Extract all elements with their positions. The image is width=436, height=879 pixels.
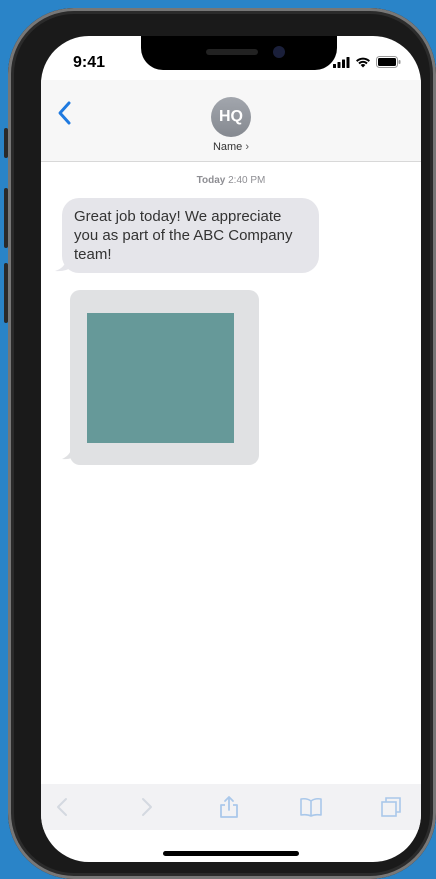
timestamp-day: Today	[196, 175, 226, 186]
front-camera	[273, 46, 285, 58]
wifi-icon	[356, 57, 370, 67]
image-placeholder[interactable]	[87, 313, 234, 443]
tabs-icon[interactable]	[379, 795, 403, 819]
speaker-grille	[206, 49, 258, 55]
timestamp-time: 2:40 PM	[228, 175, 266, 186]
volume-down-button	[4, 263, 8, 323]
bottom-toolbar	[41, 784, 421, 830]
back-chevron-icon[interactable]	[55, 100, 75, 126]
forward-arrow-icon[interactable]	[134, 795, 158, 819]
contact-name[interactable]: Name ›	[41, 141, 421, 153]
chevron-right-icon: ›	[245, 141, 250, 153]
back-arrow-icon[interactable]	[51, 795, 75, 819]
message-timestamp: Today 2:40 PM	[41, 175, 421, 186]
avatar-initials: HQ	[219, 108, 243, 125]
incoming-image-bubble[interactable]	[70, 290, 259, 465]
incoming-message-bubble[interactable]: Great job today! We appreciate you as pa…	[62, 198, 319, 273]
share-icon[interactable]	[217, 795, 241, 819]
status-bar: 9:41	[41, 36, 421, 80]
avatar[interactable]: HQ	[211, 97, 251, 137]
volume-up-button	[4, 188, 8, 248]
status-icons	[333, 56, 401, 68]
phone-screen: 9:41 HQ Name › Today 2:40 PM Great job t…	[41, 36, 421, 862]
home-indicator[interactable]	[163, 851, 299, 856]
status-time: 9:41	[73, 54, 106, 71]
conversation-header: HQ Name ›	[41, 80, 421, 162]
notch	[141, 36, 337, 70]
signal-icon	[333, 56, 350, 68]
contact-name-label: Name	[212, 141, 243, 153]
side-button	[4, 128, 8, 158]
phone-frame: 9:41 HQ Name › Today 2:40 PM Great job t…	[4, 8, 436, 879]
incoming-message-text: Great job today! We appreciate you as pa…	[74, 208, 293, 263]
bookmarks-icon[interactable]	[299, 795, 323, 819]
battery-icon	[376, 56, 401, 68]
